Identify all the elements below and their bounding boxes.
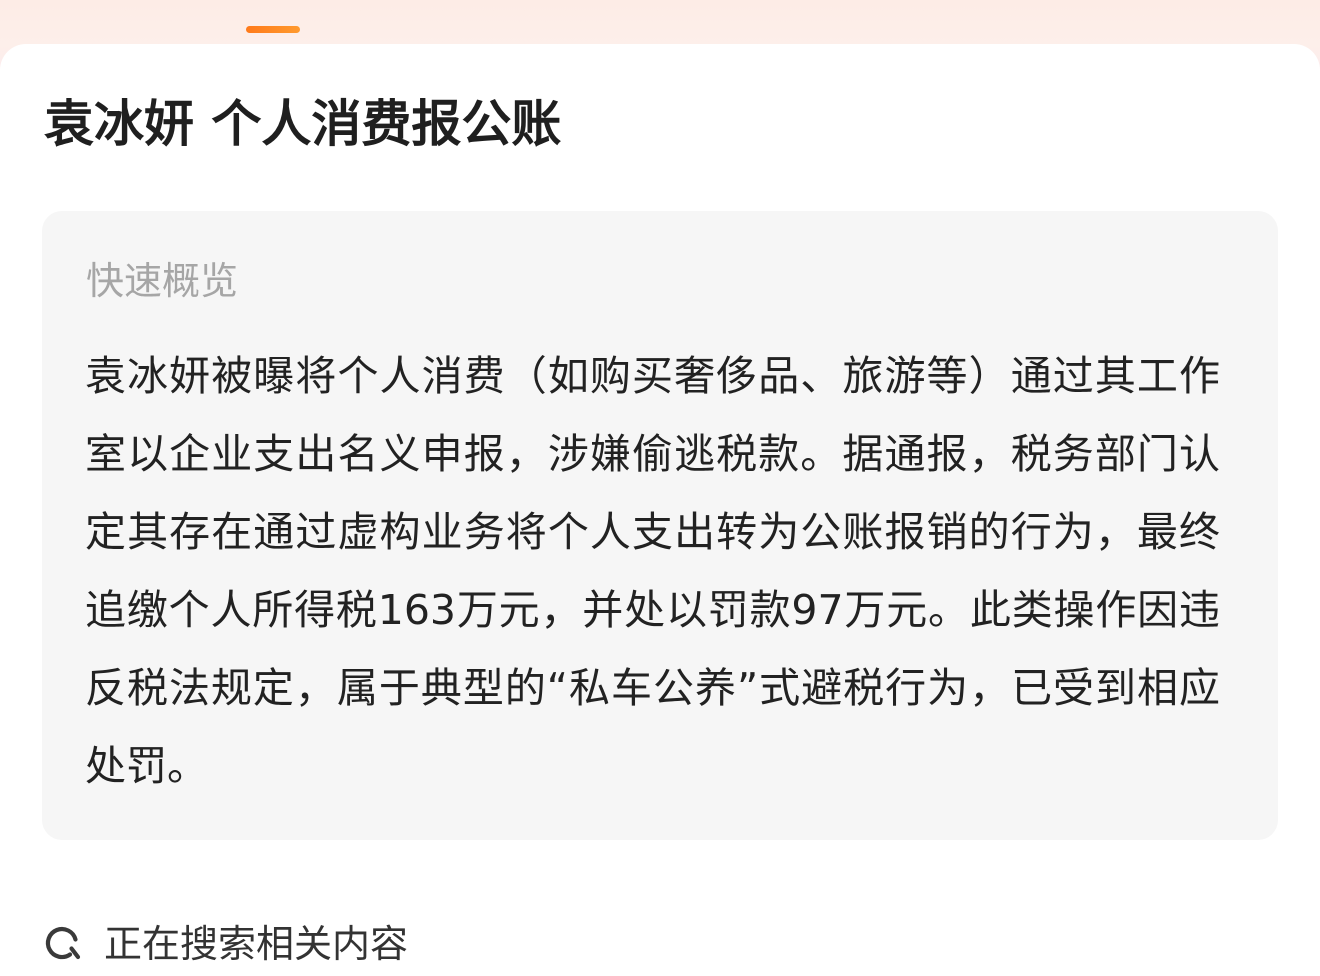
- tab-bar: [0, 0, 1320, 44]
- quick-overview-label: 快速概览: [86, 259, 239, 303]
- quick-overview-text: 袁冰妍被曝将个人消费（如购买奢侈品、旅游等）通过其工作室以企业支出名义申报，涉嫌…: [85, 352, 1220, 790]
- quick-overview-card: 快速概览 袁冰妍被曝将个人消费（如购买奢侈品、旅游等）通过其工作室以企业支出名义…: [42, 211, 1278, 840]
- page-title: 袁冰妍 个人消费报公账: [44, 95, 562, 153]
- active-tab-indicator: [246, 26, 300, 33]
- search-status-text: 正在搜索相关内容: [104, 922, 409, 966]
- search-status: 正在搜索相关内容: [44, 916, 408, 972]
- searching-icon: [45, 926, 81, 960]
